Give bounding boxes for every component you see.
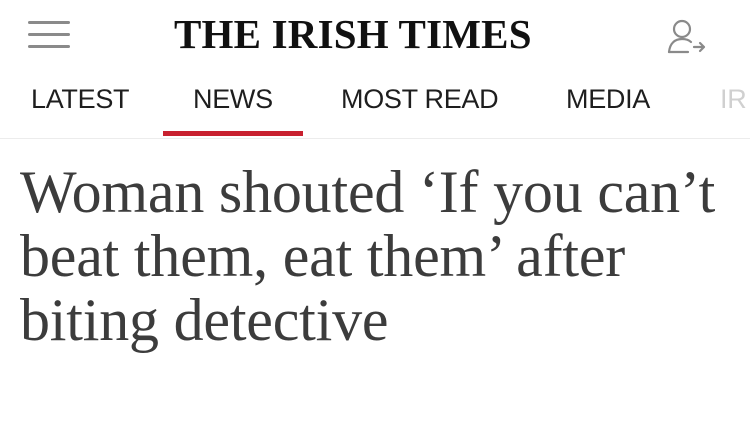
tab-media[interactable]: MEDIA — [566, 82, 650, 116]
menu-button[interactable] — [26, 17, 72, 51]
section-nav: LATEST NEWS MOST READ MEDIA IR — [0, 72, 750, 139]
tab-ireland-partial[interactable]: IR — [720, 82, 747, 116]
tab-latest[interactable]: LATEST — [31, 82, 130, 116]
tab-news[interactable]: NEWS — [193, 82, 273, 116]
hamburger-menu-icon — [28, 21, 70, 24]
article-headline[interactable]: Woman shouted ‘If you can’t beat them, e… — [20, 160, 720, 352]
site-header: THE IRISH TIMES — [0, 0, 750, 72]
tab-most-read[interactable]: MOST READ — [341, 82, 499, 116]
site-logo[interactable]: THE IRISH TIMES — [174, 12, 578, 56]
user-signin-icon — [667, 19, 706, 54]
hamburger-menu-icon-bar — [28, 45, 70, 48]
active-tab-indicator — [163, 131, 303, 136]
account-button[interactable] — [664, 16, 710, 58]
hamburger-menu-icon-bar — [28, 33, 70, 36]
